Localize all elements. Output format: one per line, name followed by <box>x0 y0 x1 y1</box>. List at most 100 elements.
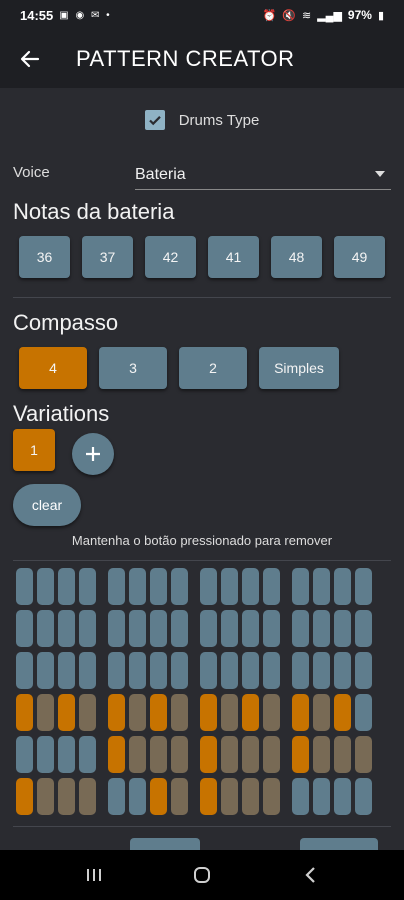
pattern-step-cell[interactable] <box>171 652 188 689</box>
pattern-step-cell[interactable] <box>313 610 330 647</box>
compasso-button-simples[interactable]: Simples <box>259 347 339 389</box>
pattern-step-cell[interactable] <box>79 736 96 773</box>
pattern-step-cell[interactable] <box>200 778 217 815</box>
pattern-step-cell[interactable] <box>37 652 54 689</box>
pattern-step-cell[interactable] <box>58 736 75 773</box>
pattern-step-cell[interactable] <box>242 610 259 647</box>
pattern-step-cell[interactable] <box>171 736 188 773</box>
pattern-step-cell[interactable] <box>263 694 280 731</box>
add-variation-button[interactable] <box>72 433 114 475</box>
pattern-step-cell[interactable] <box>79 652 96 689</box>
pattern-step-cell[interactable] <box>37 610 54 647</box>
pattern-step-cell[interactable] <box>79 568 96 605</box>
pattern-step-cell[interactable] <box>150 568 167 605</box>
pattern-step-cell[interactable] <box>171 694 188 731</box>
pattern-step-cell[interactable] <box>263 652 280 689</box>
pattern-step-cell[interactable] <box>150 694 167 731</box>
pattern-step-cell[interactable] <box>16 694 33 731</box>
pattern-step-cell[interactable] <box>221 610 238 647</box>
compasso-button-3[interactable]: 3 <box>99 347 167 389</box>
pattern-step-cell[interactable] <box>79 694 96 731</box>
pattern-step-cell[interactable] <box>263 610 280 647</box>
pattern-step-cell[interactable] <box>129 610 146 647</box>
pattern-step-cell[interactable] <box>37 568 54 605</box>
pattern-step-cell[interactable] <box>334 610 351 647</box>
pattern-step-cell[interactable] <box>16 568 33 605</box>
note-button[interactable]: 48 <box>271 236 322 278</box>
pattern-step-cell[interactable] <box>79 610 96 647</box>
pattern-step-cell[interactable] <box>171 610 188 647</box>
pattern-step-cell[interactable] <box>58 610 75 647</box>
pattern-step-cell[interactable] <box>108 568 125 605</box>
pattern-step-cell[interactable] <box>16 652 33 689</box>
pattern-step-cell[interactable] <box>58 778 75 815</box>
pattern-step-cell[interactable] <box>263 736 280 773</box>
pattern-step-cell[interactable] <box>129 736 146 773</box>
partial-button[interactable] <box>300 838 378 850</box>
pattern-step-cell[interactable] <box>150 778 167 815</box>
pattern-step-cell[interactable] <box>355 568 372 605</box>
pattern-step-cell[interactable] <box>171 778 188 815</box>
note-button[interactable]: 37 <box>82 236 133 278</box>
pattern-step-cell[interactable] <box>58 694 75 731</box>
pattern-step-cell[interactable] <box>334 736 351 773</box>
pattern-step-cell[interactable] <box>334 778 351 815</box>
clear-button[interactable]: clear <box>13 484 81 526</box>
pattern-step-cell[interactable] <box>263 568 280 605</box>
pattern-step-cell[interactable] <box>16 778 33 815</box>
pattern-step-cell[interactable] <box>150 610 167 647</box>
nav-back-button[interactable] <box>280 850 340 900</box>
pattern-step-cell[interactable] <box>355 652 372 689</box>
voice-dropdown[interactable]: Bateria <box>135 160 391 190</box>
note-button[interactable]: 49 <box>334 236 385 278</box>
pattern-step-cell[interactable] <box>313 694 330 731</box>
pattern-step-cell[interactable] <box>200 568 217 605</box>
pattern-step-cell[interactable] <box>200 610 217 647</box>
partial-button[interactable] <box>130 838 200 850</box>
pattern-step-cell[interactable] <box>292 694 309 731</box>
pattern-step-cell[interactable] <box>16 736 33 773</box>
pattern-step-cell[interactable] <box>37 778 54 815</box>
pattern-step-cell[interactable] <box>334 694 351 731</box>
pattern-step-cell[interactable] <box>108 778 125 815</box>
pattern-step-cell[interactable] <box>292 568 309 605</box>
recents-button[interactable] <box>64 850 124 900</box>
variation-button[interactable]: 1 <box>13 429 55 471</box>
pattern-step-cell[interactable] <box>129 778 146 815</box>
pattern-step-cell[interactable] <box>355 694 372 731</box>
pattern-step-cell[interactable] <box>355 610 372 647</box>
pattern-step-cell[interactable] <box>242 778 259 815</box>
pattern-step-cell[interactable] <box>242 736 259 773</box>
pattern-step-cell[interactable] <box>129 568 146 605</box>
pattern-step-cell[interactable] <box>334 568 351 605</box>
pattern-step-cell[interactable] <box>108 736 125 773</box>
pattern-step-cell[interactable] <box>37 694 54 731</box>
pattern-step-cell[interactable] <box>355 736 372 773</box>
pattern-step-cell[interactable] <box>221 736 238 773</box>
pattern-step-cell[interactable] <box>313 568 330 605</box>
pattern-step-cell[interactable] <box>221 694 238 731</box>
note-button[interactable]: 36 <box>19 236 70 278</box>
pattern-step-cell[interactable] <box>292 652 309 689</box>
pattern-step-cell[interactable] <box>242 652 259 689</box>
pattern-step-cell[interactable] <box>58 652 75 689</box>
drums-type-checkbox[interactable] <box>144 110 165 130</box>
pattern-step-cell[interactable] <box>58 568 75 605</box>
pattern-step-cell[interactable] <box>221 778 238 815</box>
pattern-step-cell[interactable] <box>150 736 167 773</box>
pattern-step-cell[interactable] <box>313 778 330 815</box>
pattern-step-cell[interactable] <box>200 694 217 731</box>
pattern-step-cell[interactable] <box>37 736 54 773</box>
pattern-step-cell[interactable] <box>221 652 238 689</box>
note-button[interactable]: 41 <box>208 236 259 278</box>
pattern-step-cell[interactable] <box>334 652 351 689</box>
pattern-step-cell[interactable] <box>200 652 217 689</box>
pattern-step-cell[interactable] <box>355 778 372 815</box>
compasso-button-4[interactable]: 4 <box>19 347 87 389</box>
pattern-step-cell[interactable] <box>313 736 330 773</box>
pattern-step-cell[interactable] <box>200 736 217 773</box>
pattern-step-cell[interactable] <box>16 610 33 647</box>
pattern-step-cell[interactable] <box>79 778 96 815</box>
pattern-step-cell[interactable] <box>292 610 309 647</box>
pattern-step-cell[interactable] <box>292 778 309 815</box>
